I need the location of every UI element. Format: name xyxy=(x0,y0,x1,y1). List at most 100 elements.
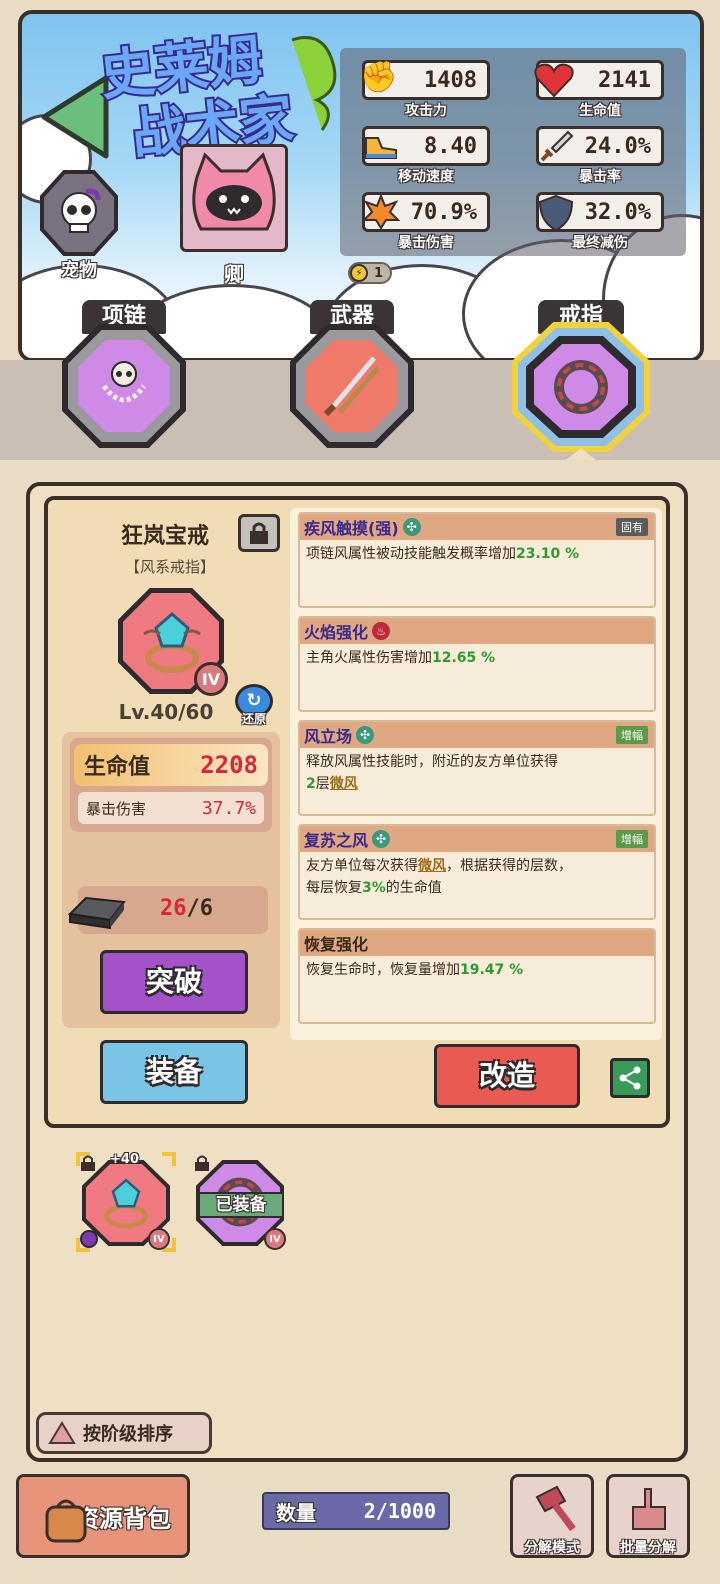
skill-value: 3% xyxy=(362,880,386,896)
lock-button[interactable] xyxy=(238,514,280,552)
katana-icon xyxy=(323,356,380,417)
shield-icon xyxy=(538,194,574,232)
reset-button[interactable]: ↻ 还原 xyxy=(232,684,276,730)
skill-card: 风立场 ✣ 增幅 释放风属性技能时，附近的友方单位获得 2层微风 xyxy=(298,720,656,816)
skill-value: 12.65 % xyxy=(432,650,496,666)
iron-ingot-icon xyxy=(67,896,126,930)
ring-slot-selected[interactable]: 戒指 xyxy=(512,300,650,460)
rank-badge: IV xyxy=(264,1228,286,1250)
hp-label: 生命值 xyxy=(579,103,621,119)
material-have: 26 xyxy=(160,896,187,921)
item-type: 【风系戒指】 xyxy=(124,558,215,576)
backpack-icon xyxy=(45,1499,87,1543)
sort-label: 按阶级排序 xyxy=(83,1424,173,1445)
speed-label: 移动速度 xyxy=(398,169,454,185)
fire-element-icon: ♨ xyxy=(372,622,391,640)
wind-element-icon xyxy=(80,1230,98,1248)
equip-button[interactable]: 装备 xyxy=(100,1040,248,1104)
inventory-item-equipped[interactable]: 已装备 IV xyxy=(192,1152,292,1252)
sub-stat-row: 暴击伤害 37.7% xyxy=(78,792,264,824)
reforge-button[interactable]: 改造 xyxy=(434,1044,580,1108)
pet-label: 宠物 xyxy=(61,260,97,281)
broom-icon xyxy=(632,1488,666,1530)
share-button[interactable] xyxy=(610,1058,650,1098)
material-need: /6 xyxy=(186,896,214,921)
explosion-icon xyxy=(362,194,400,230)
skill-name: 火焰强化 xyxy=(304,623,369,642)
fist-icon: ✊ xyxy=(360,60,398,95)
skill-name: 风立场 xyxy=(304,727,353,746)
batch-dismantle-button[interactable]: 批量分解 xyxy=(606,1474,690,1558)
skull-pet-icon xyxy=(61,188,101,233)
skill-tag: 增幅 xyxy=(616,726,648,744)
crit-damage-label: 暴击伤害 xyxy=(398,235,454,251)
skill-tag: 固有 xyxy=(616,518,648,536)
dismantle-mode-button[interactable]: 分解模式 xyxy=(510,1474,594,1558)
ring-icon xyxy=(554,360,608,414)
slime-cat-icon xyxy=(192,152,276,231)
shoe-icon xyxy=(365,137,397,159)
equipped-label: 已装备 xyxy=(198,1192,284,1218)
gem-ring-icon xyxy=(103,1178,149,1229)
item-name: 狂岚宝戒 xyxy=(120,524,209,549)
skull-necklace-icon xyxy=(101,361,147,403)
share-icon xyxy=(619,1066,641,1090)
skill-card: 疾风触摸(强) ✣ 固有 项链风属性被动技能触发概率增加23.10 % xyxy=(298,512,656,608)
weapon-slot[interactable]: 武器 xyxy=(290,300,414,448)
skill-value: 2 xyxy=(306,776,316,792)
main-stat-value: 2208 xyxy=(200,751,258,779)
triangle-sort-icon xyxy=(48,1421,76,1444)
skill-name: 复苏之风 xyxy=(304,831,369,850)
skill-name: 疾风触摸(强) xyxy=(304,519,399,538)
main-stat-row: 生命值 2208 xyxy=(74,744,268,786)
skill-tag: 增幅 xyxy=(616,830,648,848)
batch-dismantle-label: 批量分解 xyxy=(620,1540,676,1556)
material-count: 26/6 xyxy=(160,896,213,921)
skill-description: 项链风属性被动技能触发概率增加 xyxy=(306,546,516,562)
wind-element-icon: ✣ xyxy=(402,518,421,536)
rank-badge: IV xyxy=(194,662,228,696)
skill-card: 火焰强化 ♨ 主角火属性伤害增加12.65 % xyxy=(298,616,656,712)
skill-name: 恢复强化 xyxy=(304,935,369,954)
resource-bag-button[interactable]: 资源背包 xyxy=(16,1474,190,1558)
skill-description: 释放风属性技能时，附近的友方单位获得 xyxy=(306,754,558,770)
skill-description: 每层恢复 xyxy=(306,880,362,896)
count-value: 2/1000 xyxy=(363,1499,436,1523)
skill-description: 主角火属性伤害增加 xyxy=(306,650,432,666)
lightning-icon: ⚡ xyxy=(350,264,368,282)
reset-label: 还原 xyxy=(241,712,266,726)
skill-card: 恢复强化 恢复生命时，恢复量增加19.47 % xyxy=(298,928,656,1024)
stats-panel: 1408 攻击力 ✊ 2141 生命值 8.40 移动速度 24.0% 暴击率 … xyxy=(340,48,686,256)
wind-element-icon: ✣ xyxy=(372,830,391,848)
energy-count: 1 xyxy=(374,265,384,281)
breakthrough-button[interactable]: 突破 xyxy=(100,950,248,1014)
lock-icon xyxy=(81,1155,95,1171)
keyword-link[interactable]: 微风 xyxy=(330,776,358,792)
crit-rate-label: 暴击率 xyxy=(579,169,621,185)
skill-card: 复苏之风 ✣ 增幅 友方单位每次获得微风，根据获得的层数， 每层恢复3%的生命值 xyxy=(298,824,656,920)
skill-description: 的生命值 xyxy=(385,880,442,896)
character-name: 卿 xyxy=(224,262,244,286)
skill-value: 23.10 % xyxy=(516,546,580,562)
sort-by-rank-button[interactable]: 按阶级排序 xyxy=(36,1412,212,1454)
item-level: Lv.40/60 xyxy=(118,700,214,724)
character-portrait[interactable] xyxy=(180,144,288,252)
heart-icon xyxy=(534,63,574,98)
count-label: 数量 xyxy=(276,1500,316,1525)
main-stat-label: 生命值 xyxy=(84,755,151,780)
skill-description: 恢复生命时，恢复量增加 xyxy=(306,962,460,978)
keyword-link[interactable]: 微风 xyxy=(418,858,446,874)
sword-icon xyxy=(540,130,574,162)
inventory-item-selected[interactable]: +40 IV xyxy=(76,1152,176,1252)
skill-description: 层 xyxy=(315,776,330,792)
enhance-bonus: +40 xyxy=(110,1152,139,1167)
hammer-icon xyxy=(535,1485,576,1532)
lock-icon xyxy=(195,1155,209,1171)
skill-value: 19.47 % xyxy=(460,962,524,978)
final-reduction-label: 最终减伤 xyxy=(572,235,628,251)
dismantle-mode-label: 分解模式 xyxy=(524,1540,580,1556)
wind-element-icon: ✣ xyxy=(356,726,375,744)
energy-badge: ⚡ 1 xyxy=(348,262,392,284)
necklace-slot[interactable]: 项链 xyxy=(62,300,186,448)
selection-pointer xyxy=(566,448,596,460)
